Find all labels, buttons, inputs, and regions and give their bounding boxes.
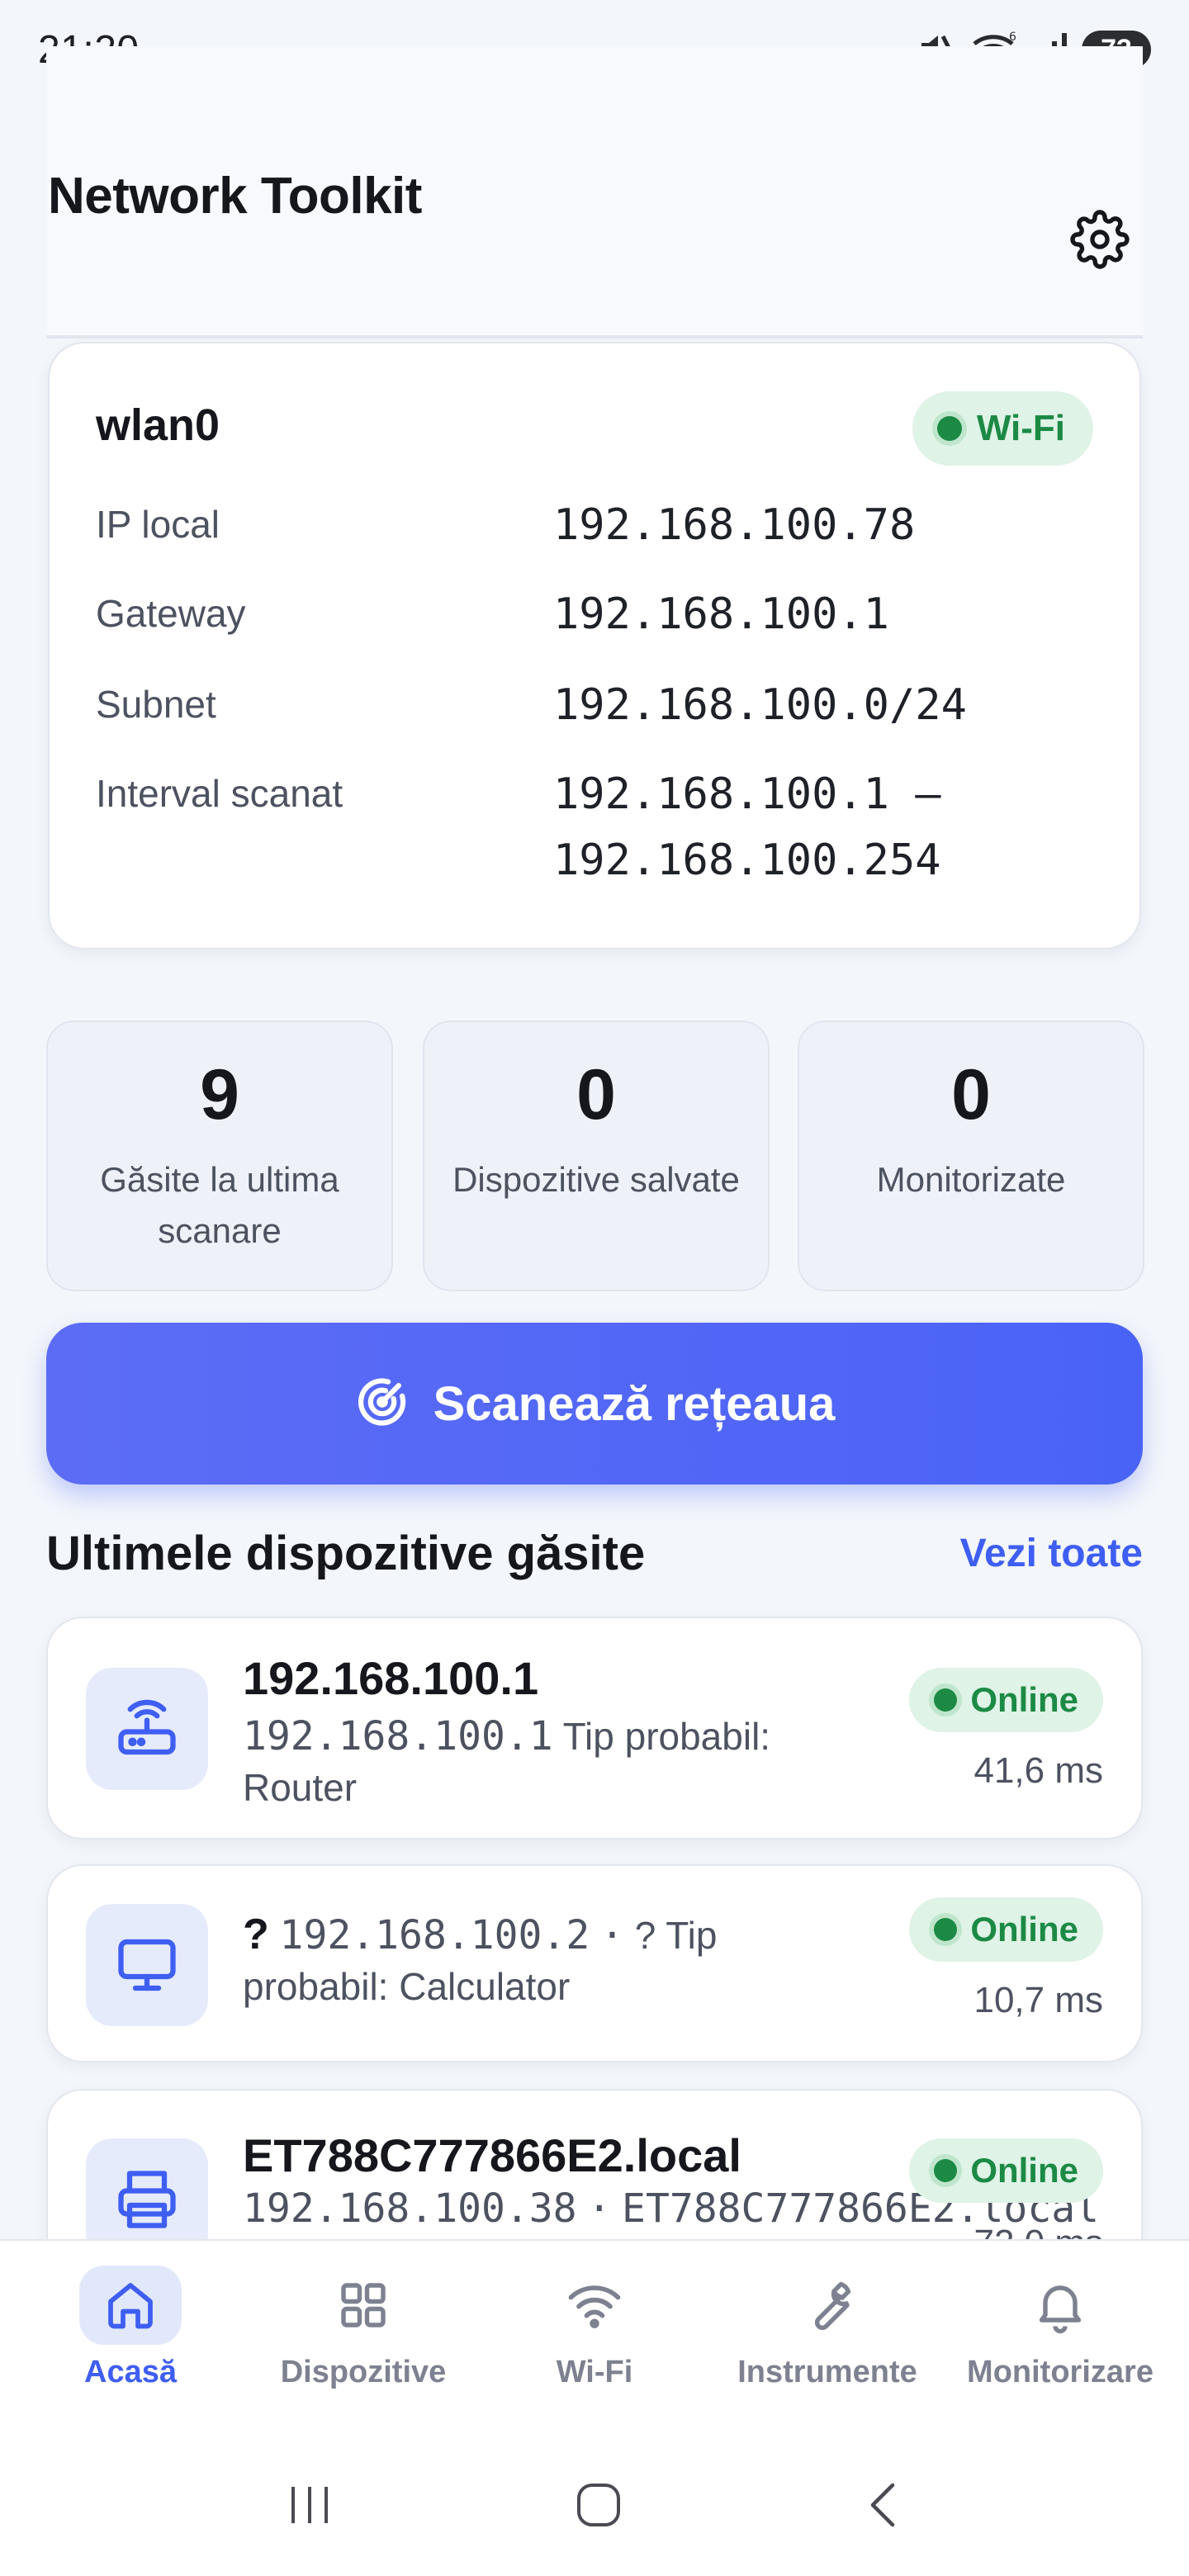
device-title: 192.168.100.1 <box>243 1652 539 1704</box>
separator: · <box>587 2185 612 2232</box>
interface-card: wlan0 Wi-Fi IP local 192.168.100.78 Gate… <box>48 342 1141 949</box>
radar-icon <box>354 1374 410 1434</box>
latency-value: 41,6 ms <box>973 1750 1103 1791</box>
stat-value: 0 <box>576 1055 616 1134</box>
stat-label: Monitorizate <box>876 1160 1066 1199</box>
stat-saved-devices[interactable]: 0 Dispozitive salvate <box>423 1020 770 1291</box>
bottom-nav: Acasă Dispozitive Wi-Fi Instrumente Moni… <box>0 2239 1189 2437</box>
recent-devices-title: Ultimele dispozitive găsite <box>46 1527 646 1580</box>
online-label: Online <box>970 2151 1078 2190</box>
wrench-icon <box>776 2266 879 2345</box>
status-dot-icon <box>934 2159 958 2182</box>
nav-devices-label: Dispozitive <box>280 2355 447 2389</box>
stat-label: Găsite la ultima scanare <box>100 1160 339 1250</box>
interface-name: wlan0 <box>96 400 220 450</box>
stat-value: 0 <box>951 1055 991 1134</box>
online-badge: Online <box>909 1897 1103 1962</box>
device-ip: 192.168.100.1 <box>243 1713 553 1759</box>
see-all-link[interactable]: Vezi toate <box>960 1531 1143 1576</box>
connection-type-badge: Wi-Fi <box>912 391 1093 466</box>
device-ip: 192.168.100.38 <box>243 2185 577 2232</box>
screen: 21:20 6 73 Network Toolkit wlan0 <box>0 0 1189 2576</box>
scan-range-end: 192.168.100.254 <box>553 836 941 885</box>
device-title: ET788C777866E2.local <box>243 2129 741 2181</box>
ip-local-value: 192.168.100.78 <box>553 500 916 550</box>
nav-monitoring[interactable]: Monitorizare <box>941 2266 1179 2414</box>
nav-wifi-label: Wi-Fi <box>556 2355 633 2389</box>
nav-home-label: Acasă <box>84 2355 177 2389</box>
monitor-icon <box>86 1904 208 2026</box>
system-nav-bar <box>0 2437 1189 2576</box>
nav-home[interactable]: Acasă <box>12 2266 249 2414</box>
online-label: Online <box>970 1680 1078 1719</box>
status-dot-icon <box>934 1918 958 1941</box>
device-title: ? <box>243 1911 269 1958</box>
status-dot-icon <box>936 416 962 441</box>
home-button[interactable] <box>574 2480 623 2534</box>
separator: · <box>600 1912 624 1958</box>
online-badge: Online <box>909 2138 1103 2203</box>
recent-apps-button[interactable] <box>285 2482 334 2532</box>
gateway-value: 192.168.100.1 <box>553 590 889 639</box>
device-type-text: ? Tip <box>634 1914 718 1957</box>
stat-label: Dispozitive salvate <box>452 1160 740 1199</box>
router-icon <box>86 1668 208 1790</box>
bell-icon <box>1009 2266 1111 2345</box>
latency-value: 10,7 ms <box>973 1980 1103 2020</box>
online-label: Online <box>970 1910 1078 1949</box>
nav-devices[interactable]: Dispozitive <box>244 2266 482 2414</box>
settings-button[interactable] <box>1065 206 1135 276</box>
nav-tools-label: Instrumente <box>737 2355 917 2389</box>
device-card[interactable]: ? 192.168.100.2 · ? Tip probabil: Calcul… <box>46 1864 1143 2062</box>
device-subtitle: 192.168.100.1 Tip probabil: Router <box>243 1711 770 1813</box>
back-button[interactable] <box>863 2480 904 2534</box>
device-ip: 192.168.100.2 <box>279 1912 590 1958</box>
ip-local-label: IP local <box>96 503 220 546</box>
status-dot-icon <box>934 1688 958 1712</box>
home-icon <box>79 2266 182 2345</box>
svg-text:6: 6 <box>1009 31 1016 44</box>
connection-type-label: Wi-Fi <box>976 408 1065 448</box>
subnet-label: Subnet <box>96 683 216 726</box>
device-type-text: Tip probabil: <box>562 1715 771 1758</box>
scan-network-button[interactable]: Scanează rețeaua <box>46 1323 1143 1485</box>
device-type-value: Router <box>243 1766 358 1809</box>
scan-range-start: 192.168.100.1 – <box>553 769 941 819</box>
nav-wifi[interactable]: Wi-Fi <box>476 2266 713 2414</box>
online-badge: Online <box>909 1668 1103 1732</box>
wifi-icon <box>543 2266 646 2345</box>
nav-tools[interactable]: Instrumente <box>708 2266 946 2414</box>
device-subtitle: ? 192.168.100.2 · ? Tip probabil: Calcul… <box>243 1909 870 2012</box>
stat-monitored[interactable]: 0 Monitorizate <box>798 1020 1144 1291</box>
subnet-value: 192.168.100.0/24 <box>553 680 967 730</box>
nav-monitoring-label: Monitorizare <box>967 2355 1153 2389</box>
scan-network-label: Scanează rețeaua <box>433 1376 836 1431</box>
gear-icon <box>1070 209 1130 273</box>
app-title: Network Toolkit <box>48 168 422 225</box>
device-card[interactable]: 192.168.100.1 192.168.100.1 Tip probabil… <box>46 1617 1143 1840</box>
stat-last-scan[interactable]: 9 Găsite la ultima scanare <box>46 1020 393 1291</box>
device-type-value: probabil: Calculator <box>243 1965 571 2008</box>
gateway-label: Gateway <box>96 592 246 635</box>
stat-value: 9 <box>200 1055 239 1134</box>
grid-icon <box>312 2266 414 2345</box>
scan-range-label: Interval scanat <box>96 772 343 815</box>
